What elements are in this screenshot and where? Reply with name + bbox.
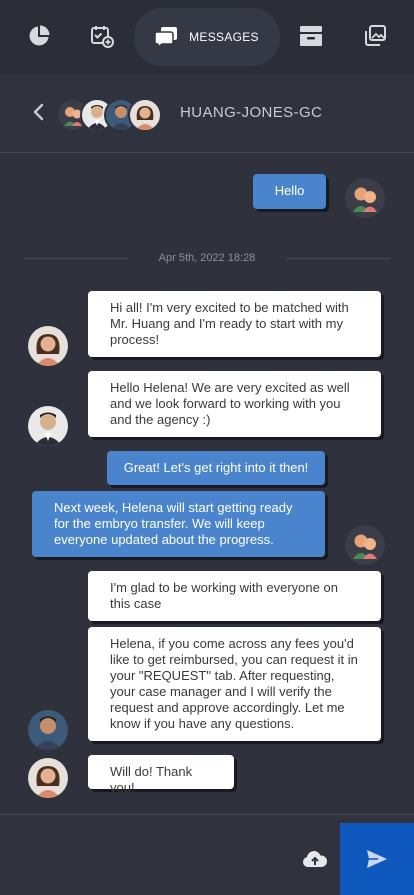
message-bubble: Hello Helena! We are very excited as wel… [88, 371, 381, 437]
message-bubble: Helena, if you come across any fees you'… [88, 627, 381, 741]
chat-title: HUANG-JONES-GC [180, 104, 323, 121]
inbox-icon [300, 26, 322, 46]
nav-tasks-button[interactable] [80, 14, 124, 58]
cloud-upload-icon [302, 851, 327, 867]
send-icon [367, 850, 387, 868]
back-button[interactable] [26, 100, 50, 124]
nav-messages-label: MESSAGES [189, 30, 259, 44]
avatar [28, 326, 68, 366]
nav-messages-button[interactable]: MESSAGES [134, 8, 280, 66]
calendar-add-icon [91, 26, 114, 48]
chevron-left-icon [33, 103, 44, 121]
avatar [345, 178, 385, 218]
date-divider-label: Apr 5th, 2022 18:28 [158, 252, 256, 264]
send-button[interactable] [340, 823, 414, 895]
avatar [28, 758, 68, 798]
message-input[interactable] [14, 835, 298, 877]
avatar [28, 406, 68, 446]
nav-inbox-button[interactable] [289, 14, 333, 58]
message-bubble: I'm glad to be working with everyone on … [88, 571, 381, 621]
message-bubble: Will do! Thank you! [88, 755, 234, 795]
messages-icon [155, 27, 178, 48]
upload-button[interactable] [302, 849, 330, 873]
pie-chart-icon [29, 25, 50, 46]
message-bubble: Hello [253, 174, 326, 209]
avatar [345, 525, 385, 565]
message-bubble: Great! Let's get right into it then! [107, 451, 325, 485]
message-bubble: Hi all! I'm very excited to be matched w… [88, 291, 381, 357]
message-bubble: Next week, Helena will start getting rea… [32, 491, 325, 557]
chat-header: HUANG-JONES-GC [0, 74, 414, 153]
avatar [28, 710, 68, 750]
top-nav: MESSAGES [0, 0, 414, 74]
avatar [128, 98, 162, 132]
gallery-icon [365, 25, 386, 46]
nav-gallery-button[interactable] [353, 14, 397, 58]
message-list[interactable]: Hello Apr 5th, 2022 18:28 Hi all! I'm ve… [0, 153, 414, 813]
nav-dashboard-button[interactable] [17, 14, 61, 58]
composer [0, 814, 414, 895]
